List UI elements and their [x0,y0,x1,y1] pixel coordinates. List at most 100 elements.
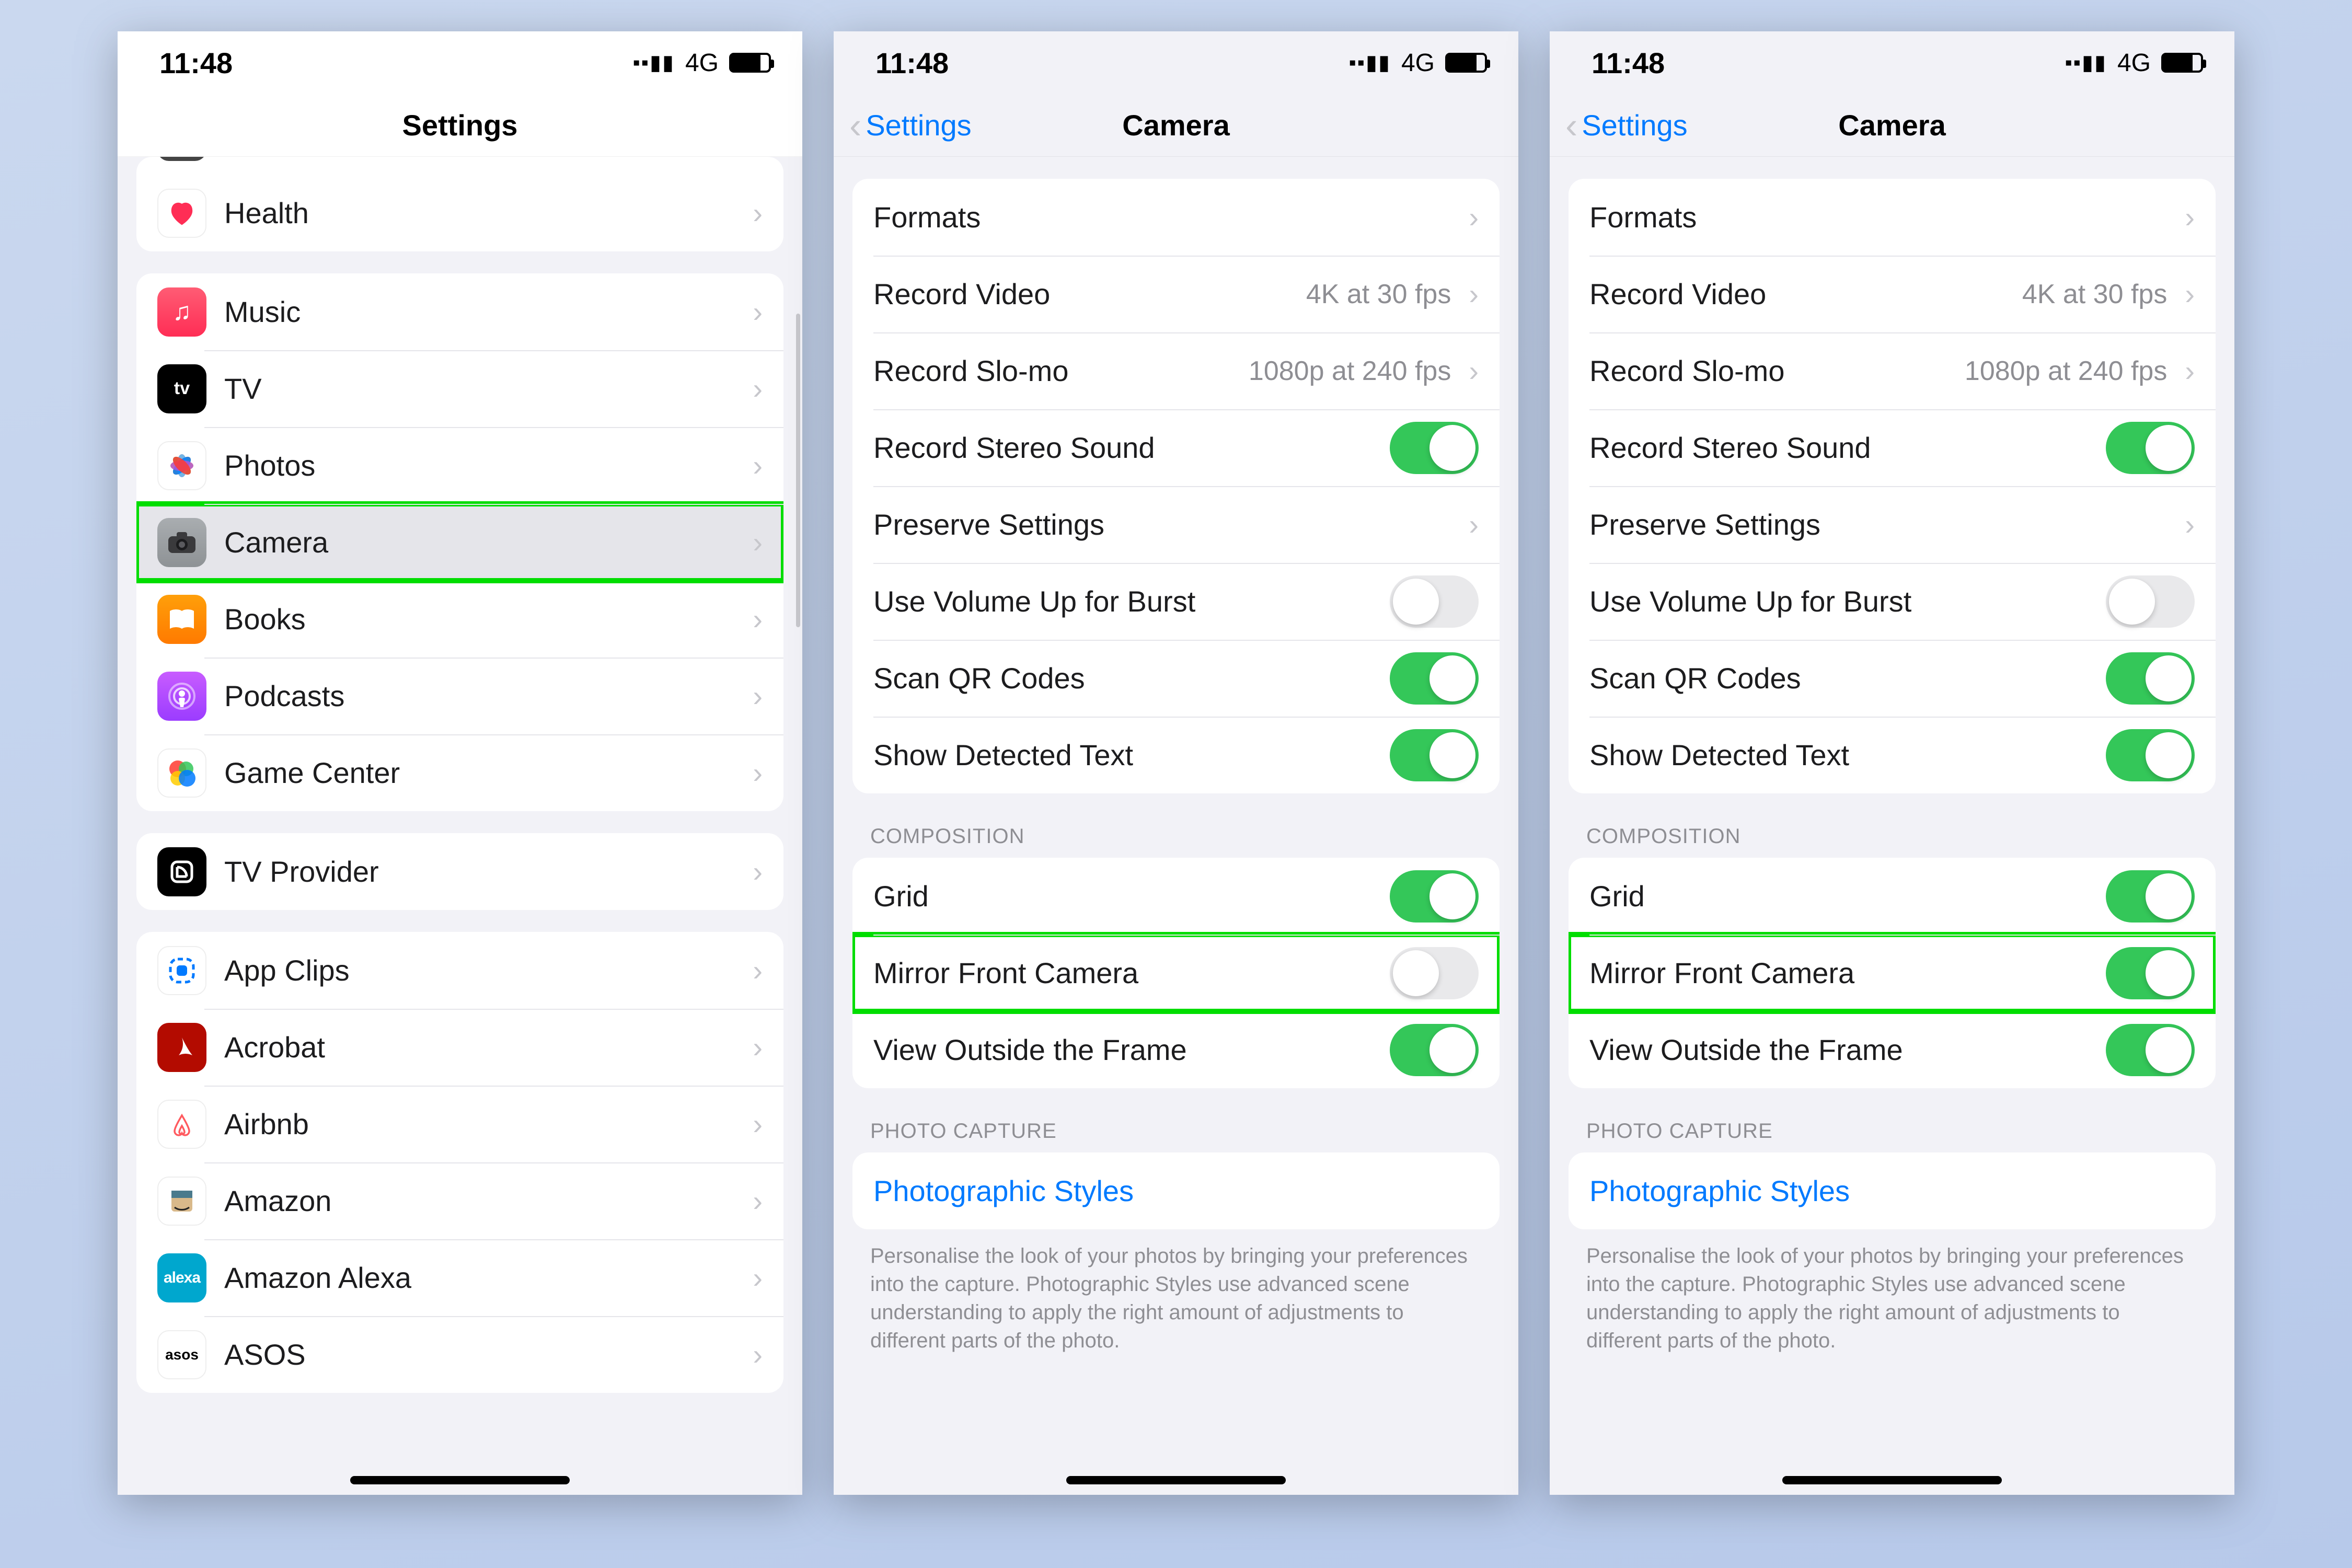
amazon-icon [157,1177,206,1226]
camera-content[interactable]: Formats›Record Video4K at 30 fps›Record … [834,157,1518,1495]
tvprovider-icon [157,847,206,896]
row-tv[interactable]: tv TV › [136,350,783,427]
toggle-detected[interactable] [2106,729,2195,781]
status-time: 11:48 [159,46,233,80]
toggle-stereo[interactable] [1390,422,1479,474]
row-recvideo[interactable]: Record Video4K at 30 fps› [1569,256,2216,332]
toggle-detected[interactable] [1390,729,1479,781]
row-detected[interactable]: Show Detected Text [1569,717,2216,793]
row-airbnb[interactable]: Airbnb › [136,1086,783,1162]
podcasts-icon [157,672,206,721]
row-grid[interactable]: Grid [852,858,1500,935]
toggle-mirror[interactable] [2106,947,2195,999]
chevron-right-icon: › [753,372,763,406]
row-label: Preserve Settings [1589,508,2167,541]
row-viewoutside[interactable]: View Outside the Frame [852,1011,1500,1088]
row-preserve[interactable]: Preserve Settings› [1569,486,2216,563]
toggle-stereo[interactable] [2106,422,2195,474]
row-asos[interactable]: asos ASOS › [136,1316,783,1393]
row-label: Mirror Front Camera [1589,956,2088,990]
row-stereo[interactable]: Record Stereo Sound [852,409,1500,486]
toggle-viewoutside[interactable] [2106,1024,2195,1076]
row-mirror[interactable]: Mirror Front Camera [852,935,1500,1011]
back-button[interactable]: ‹ Settings [1565,107,1688,144]
row-label: Formats [873,200,1451,234]
toggle-qr[interactable] [1390,652,1479,705]
row-label: Record Video [873,277,1288,311]
row-recslomo[interactable]: Record Slo-mo1080p at 240 fps› [852,332,1500,409]
chevron-right-icon: › [753,1030,763,1064]
back-button[interactable]: ‹ Settings [849,107,972,144]
row-recslomo[interactable]: Record Slo-mo1080p at 240 fps› [1569,332,2216,409]
row-viewoutside[interactable]: View Outside the Frame [1569,1011,2216,1088]
nav-bar: ‹ Settings Camera [834,94,1518,157]
toggle-qr[interactable] [2106,652,2195,705]
row-qr[interactable]: Scan QR Codes [852,640,1500,717]
chevron-right-icon: › [2185,277,2195,311]
status-icons: ▪▪▮▮ 4G [633,49,771,77]
row-formats[interactable]: Formats› [852,179,1500,256]
home-indicator[interactable] [350,1476,570,1484]
row-label: Record Stereo Sound [1589,431,2088,465]
row-label: Photos [224,448,735,482]
toggle-volup[interactable] [1390,575,1479,628]
row-label: Use Volume Up for Burst [873,584,1372,618]
toggle-grid[interactable] [2106,870,2195,923]
row-health[interactable]: Health › [136,175,783,251]
tv-icon: tv [157,364,206,413]
toggle-viewoutside[interactable] [1390,1024,1479,1076]
row-recvideo[interactable]: Record Video4K at 30 fps› [852,256,1500,332]
row-label: Record Video [1589,277,2004,311]
signal-icon: ▪▪▮▮ [2065,51,2107,75]
row-alexa[interactable]: alexa Amazon Alexa › [136,1239,783,1316]
battery-icon [1445,53,1487,73]
alexa-icon: alexa [157,1253,206,1302]
chevron-right-icon: › [753,679,763,713]
toggle-grid[interactable] [1390,870,1479,923]
row-appclips[interactable]: App Clips › [136,932,783,1009]
airbnb-icon [157,1100,206,1149]
row-volup[interactable]: Use Volume Up for Burst [852,563,1500,640]
home-indicator[interactable] [1066,1476,1286,1484]
nav-title: Camera [1122,108,1229,142]
row-tvprovider[interactable]: TV Provider › [136,833,783,910]
row-qr[interactable]: Scan QR Codes [1569,640,2216,717]
row-amazon[interactable]: Amazon › [136,1162,783,1239]
row-styles[interactable]: Photographic Styles [1569,1152,2216,1229]
phone-camera-mirror-off: 11:48 ▪▪▮▮ 4G ‹ Settings Camera Formats›… [834,31,1518,1495]
row-books[interactable]: Books › [136,581,783,658]
row-photos[interactable]: Photos › [136,427,783,504]
row-stereo[interactable]: Record Stereo Sound [1569,409,2216,486]
toggle-mirror[interactable] [1390,947,1479,999]
row-label: Scan QR Codes [1589,661,2088,695]
row-grid[interactable]: Grid [1569,858,2216,935]
back-label: Settings [1582,108,1687,142]
row-camera[interactable]: Camera › [136,504,783,581]
acrobat-icon [157,1023,206,1072]
status-bar: 11:48 ▪▪▮▮ 4G [1550,31,2234,94]
row-peek[interactable]: › [136,157,783,175]
row-gamecenter[interactable]: Game Center › [136,734,783,811]
row-label: Photographic Styles [873,1174,1479,1208]
row-volup[interactable]: Use Volume Up for Burst [1569,563,2216,640]
camera-content[interactable]: Formats›Record Video4K at 30 fps›Record … [1550,157,2234,1495]
row-styles[interactable]: Photographic Styles [852,1152,1500,1229]
home-indicator[interactable] [1782,1476,2002,1484]
row-formats[interactable]: Formats› [1569,179,2216,256]
row-mirror[interactable]: Mirror Front Camera [1569,935,2216,1011]
toggle-volup[interactable] [2106,575,2195,628]
chevron-left-icon: ‹ [849,107,861,144]
group-tvprovider: TV Provider › [136,833,783,910]
settings-content[interactable]: › Health › ♫ Music › tv TV › [118,157,802,1495]
row-music[interactable]: ♫ Music › [136,273,783,350]
row-label: Scan QR Codes [873,661,1372,695]
row-label: ASOS [224,1338,735,1371]
styles-footer: Personalise the look of your photos by b… [834,1229,1518,1355]
row-label: Use Volume Up for Burst [1589,584,2088,618]
row-acrobat[interactable]: Acrobat › [136,1009,783,1086]
chevron-right-icon: › [753,1261,763,1295]
row-podcasts[interactable]: Podcasts › [136,658,783,734]
camera-group-1: Formats›Record Video4K at 30 fps›Record … [852,179,1500,793]
row-detected[interactable]: Show Detected Text [852,717,1500,793]
row-preserve[interactable]: Preserve Settings› [852,486,1500,563]
